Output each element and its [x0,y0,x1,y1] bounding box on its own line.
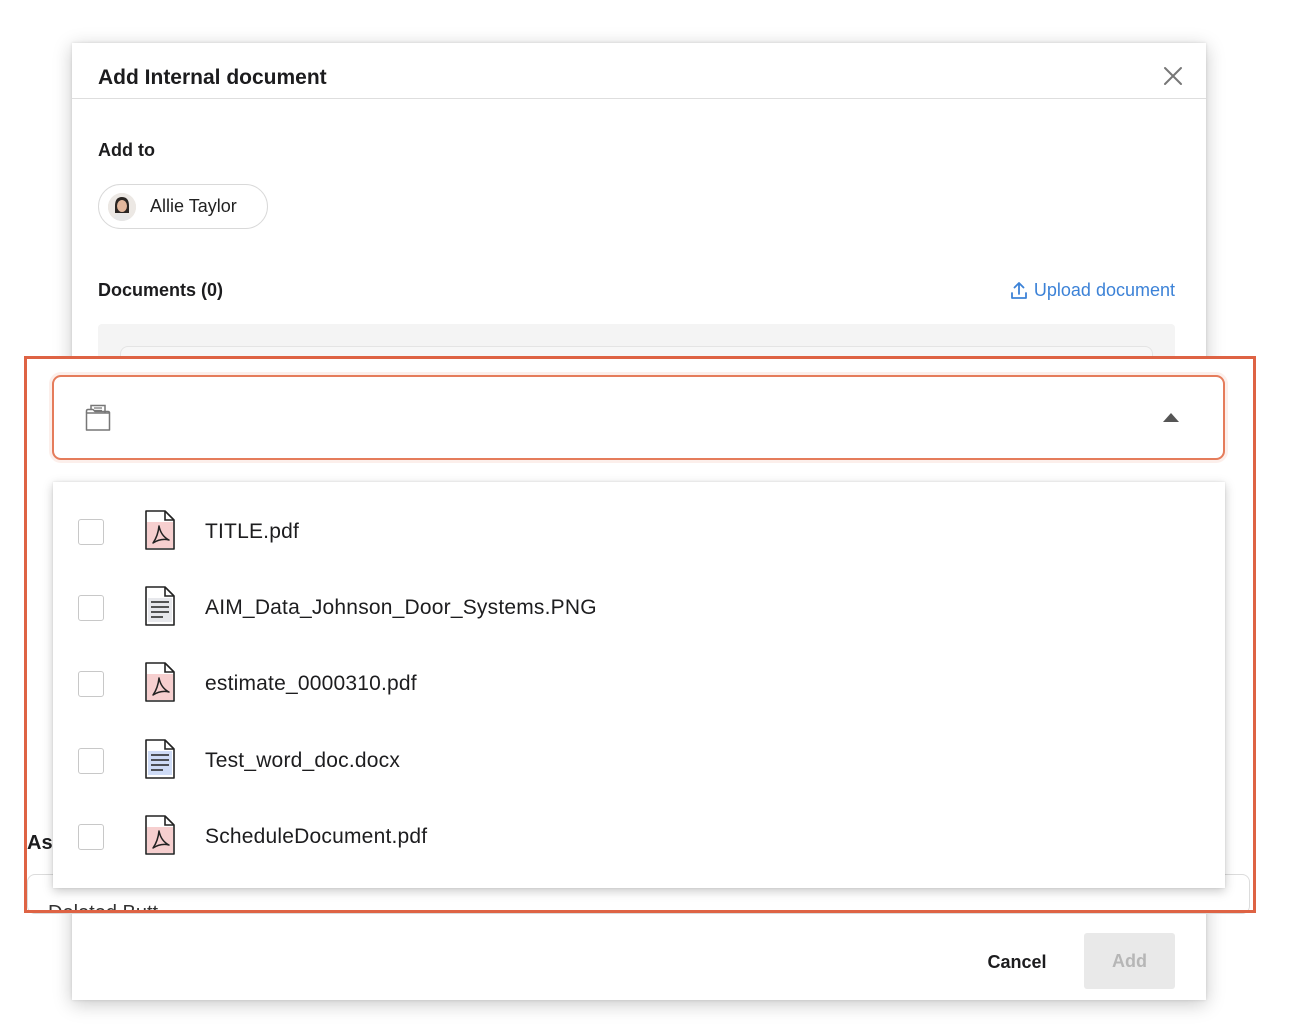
document-dropdown-list: TITLE.pdf AIM_Data_Johnson_Door_Systems.… [53,482,1225,888]
avatar [108,192,136,221]
pdf-file-icon [145,814,175,860]
option-checkbox[interactable] [78,671,104,697]
documents-label: Documents (0) [98,280,224,300]
dropdown-option[interactable]: AIM_Data_Johnson_Door_Systems.PNG [53,573,1225,643]
dropdown-option[interactable]: ScheduleDocument.pdf [53,802,1225,872]
option-checkbox[interactable] [78,519,104,545]
header-divider [72,98,1206,99]
option-checkbox[interactable] [78,748,104,774]
file-name: TITLE.pdf [205,520,300,543]
folder-icon [84,404,112,437]
file-name: Test_word_doc.docx [205,749,401,772]
dropdown-option[interactable]: Test_word_doc.docx [53,726,1225,796]
screen: Add Internal document Add to Allie Taylo… [0,0,1294,1032]
option-checkbox[interactable] [78,595,104,621]
close-icon[interactable] [1162,65,1184,87]
chevron-up-icon[interactable] [1163,413,1179,422]
upload-document-label: Upload document [1033,280,1175,300]
file-name: ScheduleDocument.pdf [205,825,428,848]
recipient-chip[interactable]: Allie Taylor [98,184,268,229]
add-to-label: Add to [98,140,155,160]
document-file-icon [145,585,175,631]
pdf-file-icon [145,661,175,707]
option-checkbox[interactable] [78,824,104,850]
dropdown-option[interactable]: estimate_0000310.pdf [53,649,1225,719]
background-field-text: Deleted Butt [48,902,159,914]
recipient-name: Allie Taylor [150,196,237,216]
cancel-button[interactable]: Cancel [962,934,1072,990]
modal-title: Add Internal document [98,66,327,89]
document-select[interactable] [52,375,1225,460]
dropdown-option[interactable]: TITLE.pdf [53,497,1225,567]
file-name: estimate_0000310.pdf [205,672,417,695]
upload-document-link[interactable]: Upload document [1010,280,1175,301]
upload-icon [1011,282,1027,299]
pdf-file-icon [145,509,175,555]
add-button[interactable]: Add [1084,933,1175,989]
background-label-fragment: As [27,832,53,854]
word-file-icon [145,738,175,784]
file-name: AIM_Data_Johnson_Door_Systems.PNG [205,596,597,619]
